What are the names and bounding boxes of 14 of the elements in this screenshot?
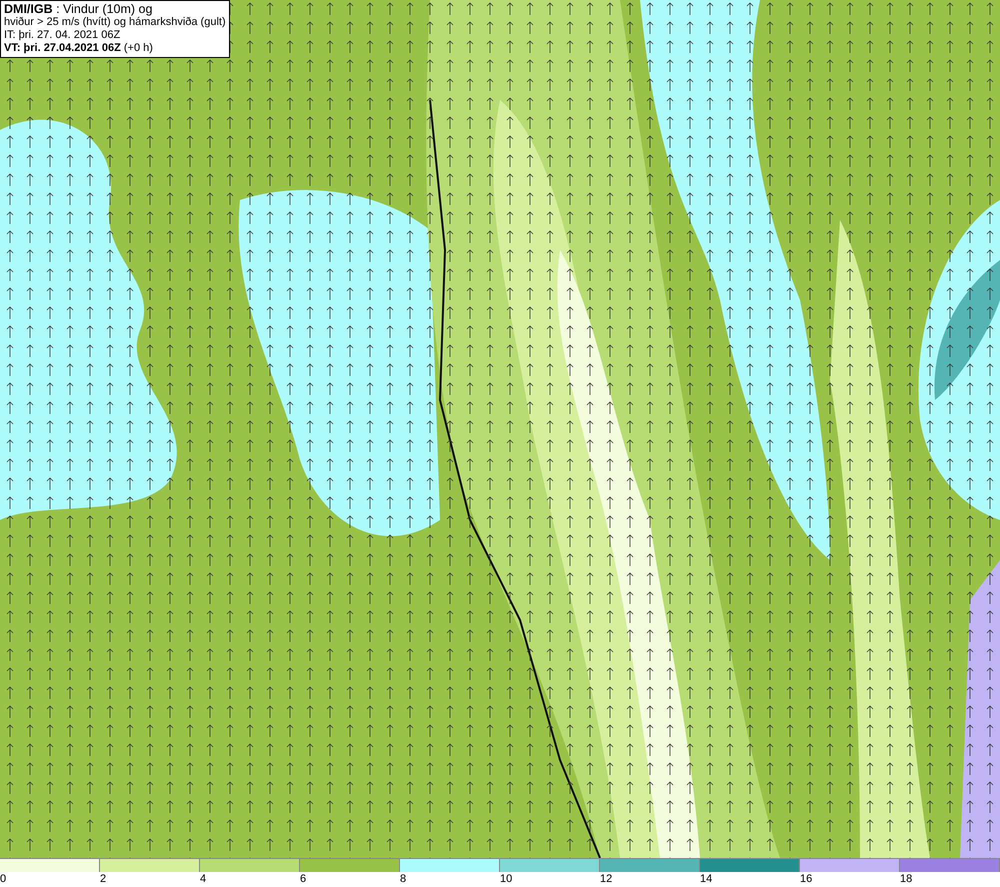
- legend-text: VT: þri. 27.04.2021 06Z (+0 h): [4, 42, 154, 55]
- legend-text: IT: þri. 27. 04. 2021 06Z: [4, 29, 122, 42]
- legend-text: DMI/IGB : Vindur (10m) og: [4, 2, 154, 16]
- scale-label: 8: [400, 872, 406, 886]
- legend-text: hviður > 25 m/s (hvítt) og hámarkshviða (gult): [4, 16, 226, 29]
- scale-label: 14: [700, 872, 712, 886]
- scale-label: 18: [900, 872, 912, 886]
- scale-label: 16: [800, 872, 812, 886]
- scale-label: 2: [100, 872, 106, 886]
- scale-label: 6: [300, 872, 306, 886]
- scale-label: 10: [500, 872, 512, 886]
- scale-label: 12: [600, 872, 612, 886]
- scale-label: 4: [200, 872, 206, 886]
- scale-label: 0: [0, 872, 6, 886]
